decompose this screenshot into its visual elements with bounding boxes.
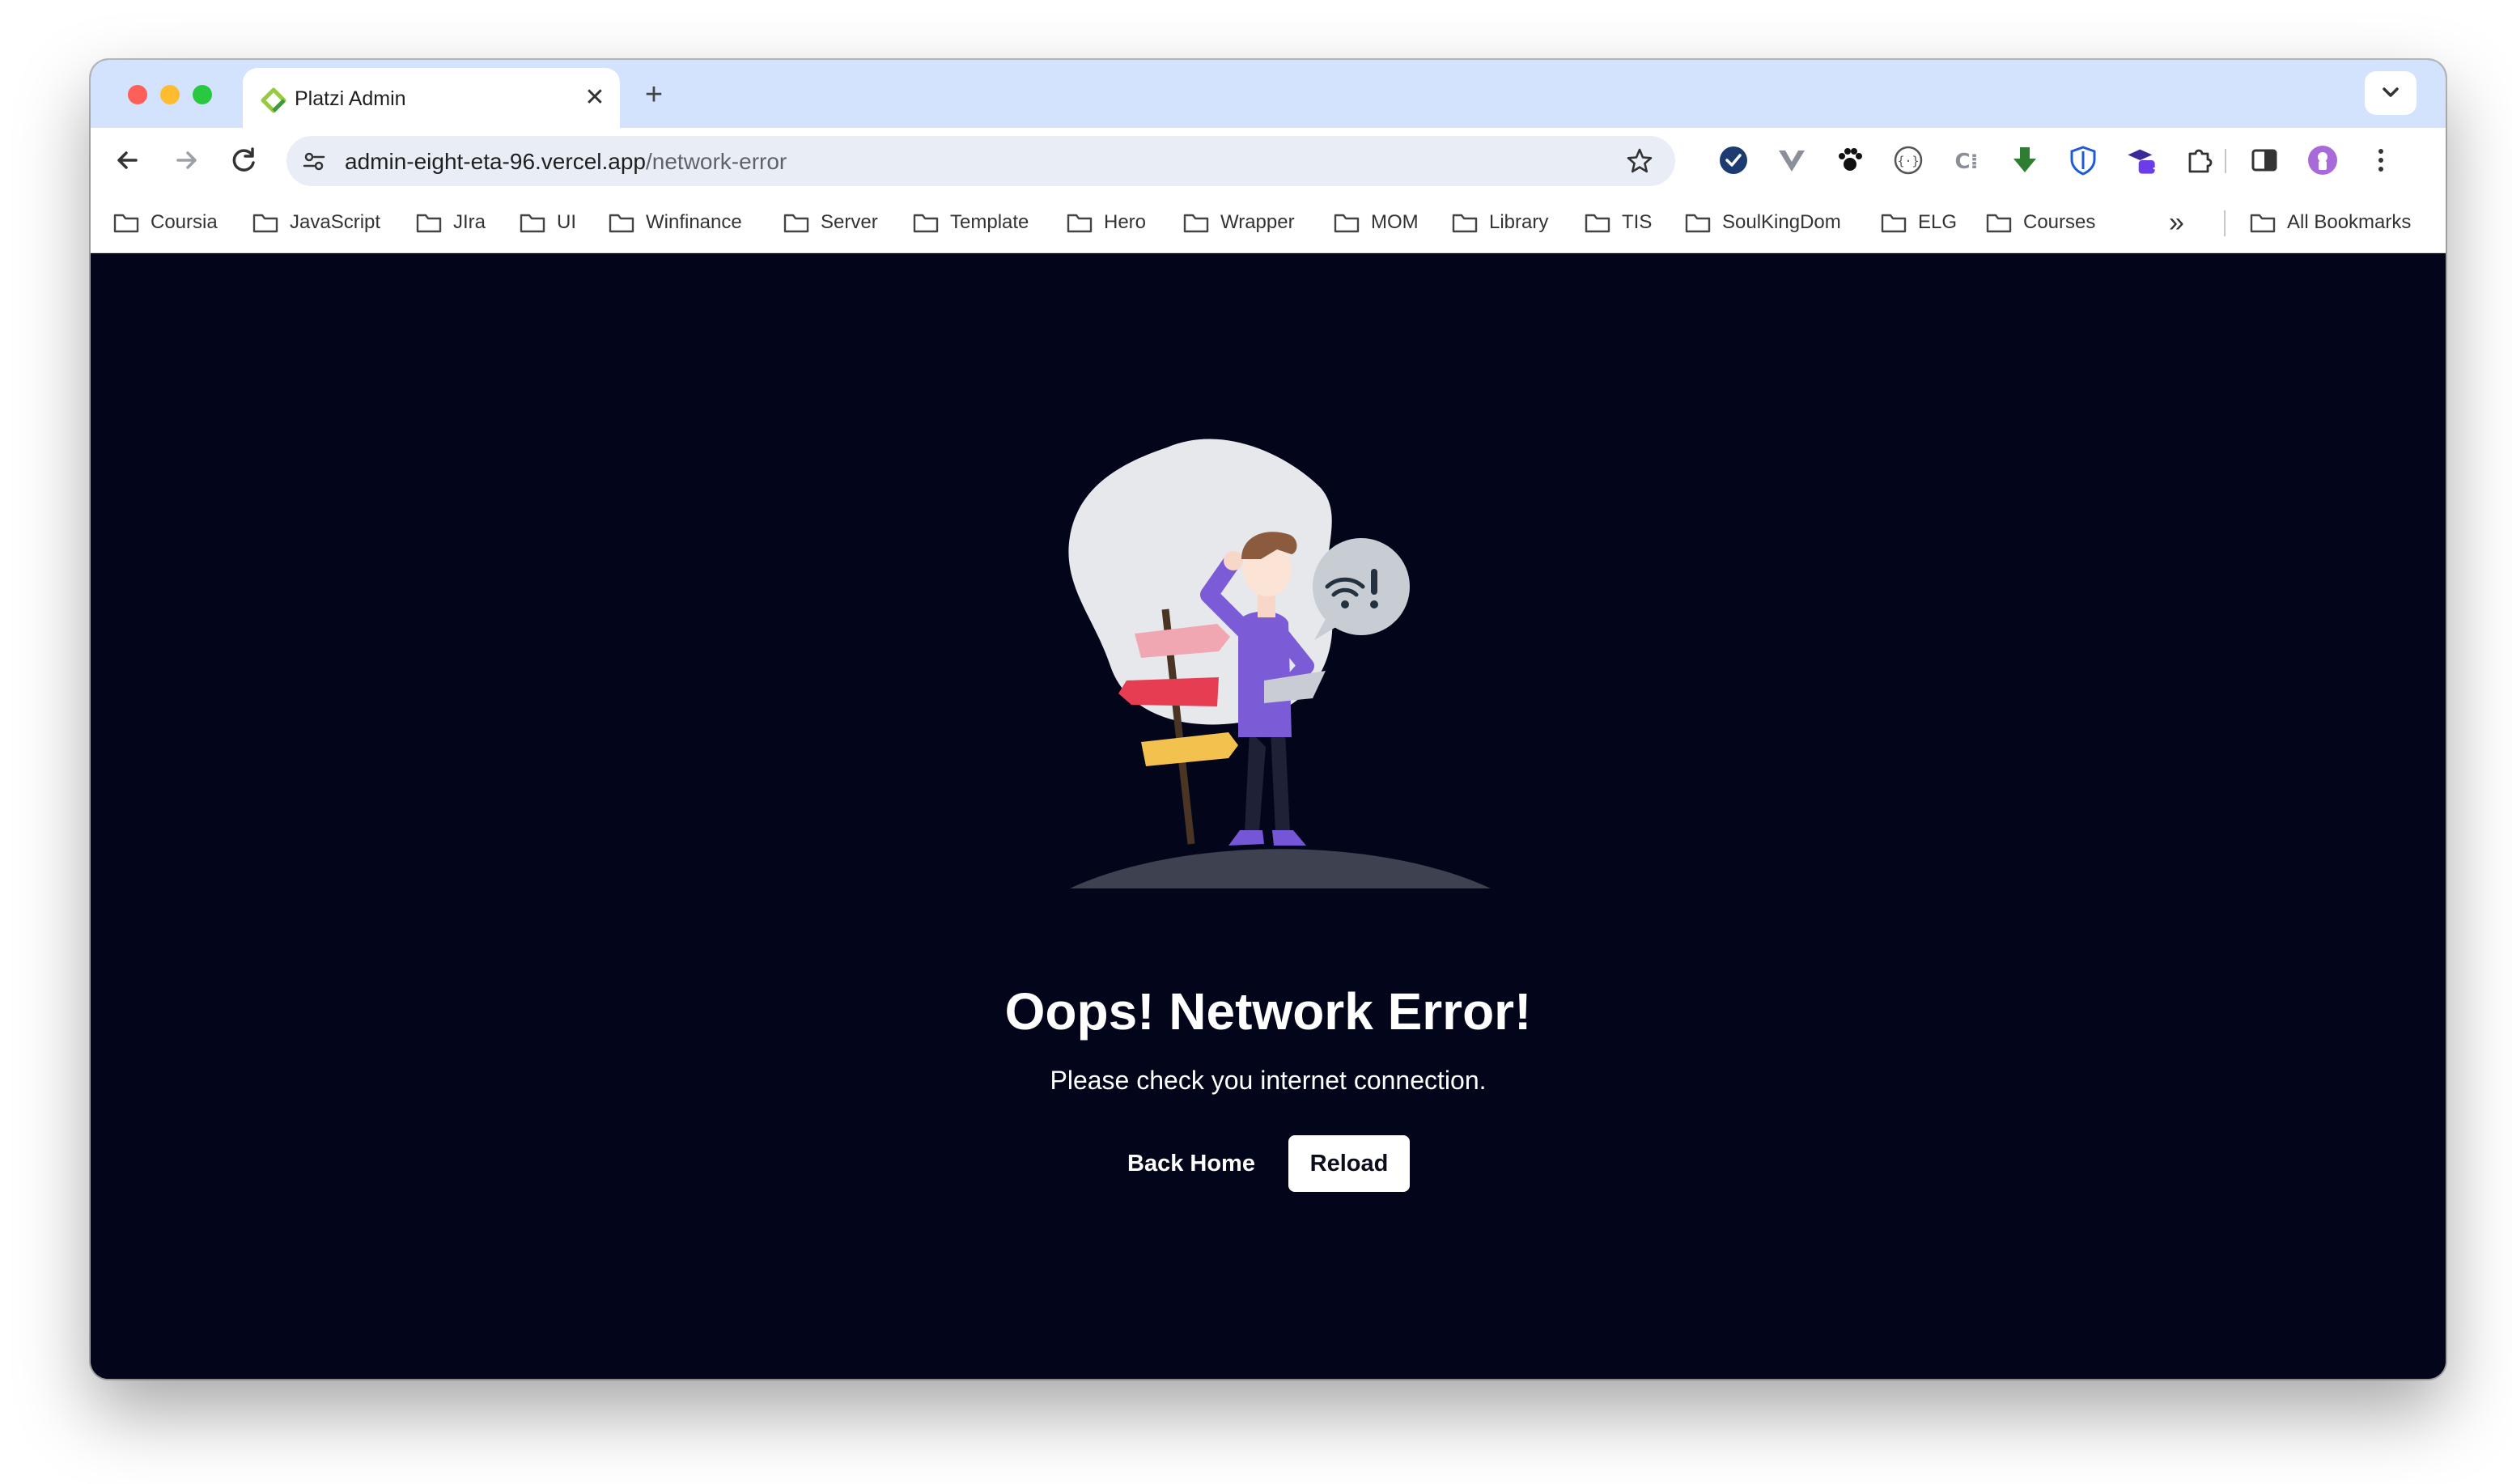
bookmark-folder[interactable]: Winfinance	[609, 193, 742, 252]
bookmark-label: Winfinance	[646, 211, 742, 233]
back-home-button[interactable]: Back Home	[1110, 1135, 1272, 1192]
bookmark-label: ELG	[1918, 211, 1958, 233]
network-error-illustration	[1068, 439, 1491, 888]
bookmark-label: Library	[1489, 211, 1549, 233]
bookmark-folder[interactable]: Library	[1452, 193, 1548, 252]
bookmark-folder[interactable]: JavaScript	[252, 193, 380, 252]
tab-strip: Platzi Admin ✕ +	[91, 60, 2446, 128]
svg-text:{·}: {·}	[1897, 154, 1919, 168]
bookmarks-separator	[2224, 210, 2226, 236]
all-bookmarks-label: All Bookmarks	[2287, 211, 2412, 233]
bookmarks-overflow-button[interactable]: »	[2169, 193, 2184, 252]
bookmark-label: MOM	[1371, 211, 1419, 233]
bookmark-folder[interactable]: Hero	[1067, 193, 1146, 252]
profile-avatar-icon[interactable]	[2306, 144, 2339, 176]
svg-text:C⁞: C⁞	[1955, 150, 1979, 174]
todo-check-extension-icon[interactable]	[1717, 144, 1750, 176]
platzi-favicon-icon	[261, 87, 286, 113]
bookmark-label: Template	[950, 211, 1029, 233]
folder-icon	[1685, 214, 1711, 233]
bookmark-folder[interactable]: Courses	[1986, 193, 2095, 252]
bookmark-label: Wrapper	[1220, 211, 1295, 233]
folder-icon	[1067, 214, 1093, 233]
folder-icon	[783, 214, 809, 233]
bookmark-star-icon[interactable]	[1625, 146, 1654, 176]
bookmark-folder[interactable]: Wrapper	[1183, 193, 1295, 252]
vue-devtools-extension-icon[interactable]	[1776, 144, 1808, 176]
folder-icon	[113, 214, 139, 233]
shield-extension-icon[interactable]	[2067, 144, 2099, 176]
tab-search-button[interactable]	[2365, 71, 2417, 115]
reload-icon[interactable]	[225, 141, 264, 180]
bookmark-folder[interactable]: JIra	[416, 193, 486, 252]
folder-icon	[1334, 214, 1360, 233]
reload-button[interactable]: Reload	[1288, 1135, 1410, 1192]
bookmark-label: JavaScript	[290, 211, 381, 233]
extensions-puzzle-icon[interactable]	[2183, 144, 2216, 176]
folder-icon	[1585, 214, 1610, 233]
forward-arrow-icon[interactable]	[167, 141, 206, 180]
bookmark-label: TIS	[1622, 211, 1653, 233]
error-heading: Oops! Network Error!	[1004, 982, 1532, 1041]
chevron-down-icon	[2383, 87, 2399, 97]
close-tab-icon[interactable]: ✕	[581, 84, 609, 112]
bookmark-folder[interactable]: SoulKingDom	[1685, 193, 1841, 252]
url-path: /network-error	[645, 149, 787, 174]
browser-window: Platzi Admin ✕ + admin-eight-eta-96.verc…	[91, 60, 2446, 1379]
minimize-window-button[interactable]	[160, 85, 180, 104]
new-tab-plus-icon[interactable]: +	[638, 79, 670, 112]
bookmark-label: JIra	[453, 211, 486, 233]
bookmark-folder[interactable]: Server	[783, 193, 878, 252]
folder-icon	[1881, 214, 1907, 233]
close-window-button[interactable]	[128, 85, 147, 104]
folder-icon	[913, 214, 939, 233]
bookmark-folder[interactable]: UI	[520, 193, 576, 252]
folder-icon	[609, 214, 634, 233]
extension-badge-count: 7	[2153, 165, 2162, 181]
bookmarks-bar: Coursia JavaScript JIra UI Winfinance Se…	[91, 193, 2446, 253]
url-host: admin-eight-eta-96.vercel.app	[345, 149, 646, 174]
all-bookmarks-folder[interactable]: All Bookmarks	[2250, 193, 2411, 252]
site-settings-icon[interactable]	[301, 148, 327, 174]
page-content: Oops! Network Error! Please check you in…	[91, 253, 2446, 1379]
browser-toolbar: admin-eight-eta-96.vercel.app/network-er…	[91, 128, 2446, 193]
folder-icon	[416, 214, 442, 233]
tab-title: Platzi Admin	[295, 87, 406, 110]
zoom-window-button[interactable]	[193, 85, 212, 104]
url-text[interactable]: admin-eight-eta-96.vercel.app/network-er…	[345, 149, 787, 175]
side-panel-icon[interactable]	[2248, 144, 2281, 176]
bookmark-label: Server	[821, 211, 878, 233]
pawprint-extension-icon[interactable]	[1834, 144, 1866, 176]
folder-icon	[1183, 214, 1209, 233]
bookmark-label: Courses	[2023, 211, 2096, 233]
back-arrow-icon[interactable]	[108, 141, 147, 180]
folder-icon	[1452, 214, 1478, 233]
kebab-menu-icon[interactable]	[2365, 144, 2397, 176]
bookmark-label: UI	[557, 211, 576, 233]
folder-icon	[252, 214, 278, 233]
bookmark-folder[interactable]: MOM	[1334, 193, 1419, 252]
folder-icon	[1986, 214, 2012, 233]
download-arrow-extension-icon[interactable]	[2009, 144, 2041, 176]
bookmark-folder[interactable]: Coursia	[113, 193, 218, 252]
code-extension-icon[interactable]: C⁞	[1950, 144, 1983, 176]
folder-icon	[520, 214, 545, 233]
bookmark-label: Hero	[1104, 211, 1147, 233]
bookmark-folder[interactable]: ELG	[1881, 193, 1957, 252]
bookmark-label: Coursia	[151, 211, 218, 233]
json-viewer-extension-icon[interactable]: {·}	[1892, 144, 1924, 176]
bookmark-folder[interactable]: TIS	[1585, 193, 1652, 252]
toolbar-separator	[2225, 149, 2226, 173]
browser-tab-active[interactable]: Platzi Admin ✕	[243, 68, 620, 128]
error-message: Please check you internet connection.	[1050, 1066, 1487, 1095]
overflow-chevron-icon: »	[2169, 206, 2184, 238]
bookmark-label: SoulKingDom	[1722, 211, 1841, 233]
address-bar[interactable]: admin-eight-eta-96.vercel.app/network-er…	[286, 136, 1675, 186]
bookmark-folder[interactable]: Template	[913, 193, 1029, 252]
folder-icon	[2250, 214, 2276, 233]
